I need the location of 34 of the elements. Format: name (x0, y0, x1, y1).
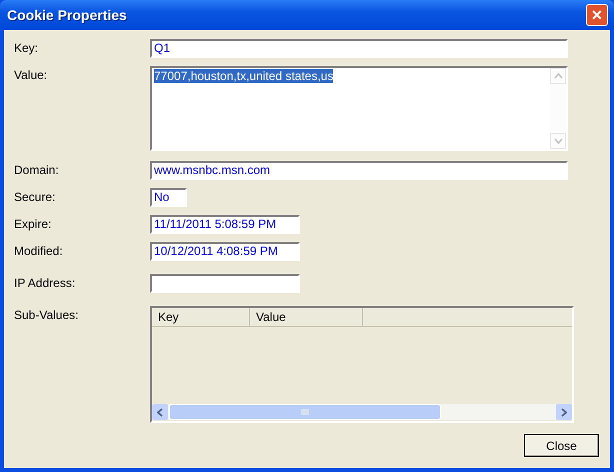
window-title: Cookie Properties (7, 7, 127, 23)
vertical-scrollbar[interactable] (550, 68, 566, 149)
field-value: 10/12/2011 4:08:59 PM (154, 244, 278, 258)
value-text-area[interactable]: 77007,houston,tx,united states,us (150, 66, 568, 151)
field-label: Value: (14, 67, 48, 82)
scroll-left-icon[interactable] (152, 404, 168, 420)
text-field[interactable]: Q1 (150, 39, 568, 58)
column-header[interactable]: Value (250, 308, 363, 326)
scroll-right-icon[interactable] (556, 404, 572, 420)
field-label: Secure: (14, 189, 56, 204)
text-field[interactable]: No (150, 188, 187, 207)
close-button[interactable]: ✕ (586, 4, 608, 26)
field-label: Domain: (14, 162, 60, 177)
field-value: 77007,houston,tx,united states,us (154, 69, 334, 83)
field-label: Modified: (14, 243, 64, 258)
field-label: Sub-Values: (14, 307, 80, 322)
scroll-down-icon[interactable] (550, 133, 566, 149)
text-field[interactable]: 11/11/2011 5:08:59 PM (150, 215, 300, 234)
field-label: IP Address: (14, 275, 76, 290)
sub-values-list[interactable]: Key Value (150, 306, 574, 423)
text-field[interactable]: 10/12/2011 4:08:59 PM (150, 242, 300, 261)
text-field[interactable]: www.msnbc.msn.com (150, 161, 568, 180)
field-value: 11/11/2011 5:08:59 PM (154, 217, 276, 231)
field-label: Key: (14, 40, 40, 55)
close-dialog-button[interactable]: Close (524, 434, 599, 457)
field-label: Expire: (14, 216, 52, 231)
column-header[interactable]: Key (152, 308, 250, 326)
field-value: No (154, 190, 170, 204)
scroll-thumb[interactable] (169, 404, 441, 420)
horizontal-scrollbar[interactable] (152, 404, 572, 420)
field-value: www.msnbc.msn.com (154, 163, 270, 177)
scroll-up-icon[interactable] (550, 68, 566, 84)
text-field[interactable] (150, 274, 300, 293)
field-value: Q1 (154, 41, 170, 55)
